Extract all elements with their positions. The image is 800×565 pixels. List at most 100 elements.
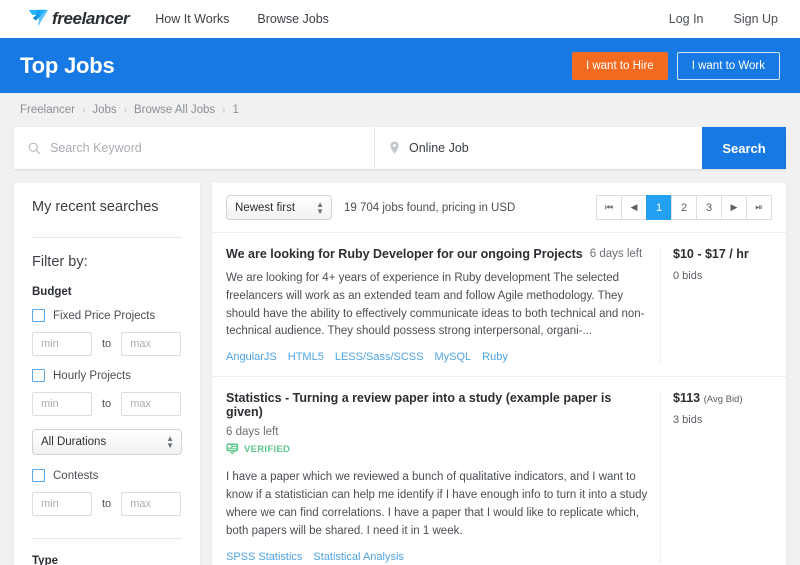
- durations-select[interactable]: All Durations: [32, 429, 182, 455]
- fixed-price-projects-label: Fixed Price Projects: [53, 310, 155, 322]
- contests-checkbox-row[interactable]: Contests: [32, 469, 182, 482]
- breadcrumb-item-jobs[interactable]: Jobs: [92, 104, 116, 116]
- nav-link-how-it-works[interactable]: How It Works: [155, 12, 229, 26]
- fixed-price-range-to-label: to: [102, 338, 111, 350]
- job-tag[interactable]: HTML5: [288, 351, 324, 363]
- brand-name: freelancer: [52, 9, 129, 29]
- type-group-heading: Type: [32, 555, 182, 565]
- search-icon: [28, 142, 41, 155]
- job-price-unit: (Avg Bid): [704, 394, 743, 405]
- page-hero-banner: Top Jobs I want to Hire I want to Work: [0, 38, 800, 93]
- job-main-content: Statistics - Turning a review paper into…: [226, 391, 660, 562]
- job-tag-list: SPSS Statistics Statistical Analysis: [226, 551, 648, 563]
- job-tag[interactable]: MySQL: [434, 351, 471, 363]
- job-title-line: Statistics - Turning a review paper into…: [226, 391, 648, 438]
- search-button[interactable]: Search: [702, 127, 786, 169]
- breadcrumb-item-browse-all-jobs[interactable]: Browse All Jobs: [134, 104, 215, 116]
- budget-group-heading: Budget: [32, 286, 182, 298]
- hourly-range-to-label: to: [102, 398, 111, 410]
- search-input[interactable]: [50, 141, 360, 155]
- job-title-line: We are looking for Ruby Developer for ou…: [226, 247, 648, 261]
- nav-link-browse-jobs[interactable]: Browse Jobs: [257, 12, 329, 26]
- job-main-content: We are looking for Ruby Developer for ou…: [226, 247, 660, 363]
- job-tag-list: AngularJS HTML5 LESS/Sass/SCSS MySQL Rub…: [226, 351, 648, 363]
- i-want-to-work-button[interactable]: I want to Work: [677, 52, 780, 80]
- breadcrumb-item-freelancer[interactable]: Freelancer: [20, 104, 75, 116]
- search-keyword-field[interactable]: [14, 127, 374, 169]
- fixed-price-max-input[interactable]: [121, 332, 181, 356]
- filter-by-heading: Filter by:: [32, 254, 182, 270]
- job-title[interactable]: We are looking for Ruby Developer for ou…: [226, 247, 583, 261]
- job-bids-count: 3 bids: [673, 414, 772, 426]
- fixed-price-projects-checkbox-row[interactable]: Fixed Price Projects: [32, 309, 182, 322]
- verified-label: VERIFIED: [244, 444, 290, 455]
- first-page-icon: ⏮: [605, 202, 613, 213]
- location-pin-icon: [389, 141, 400, 155]
- filter-sidebar: My recent searches Filter by: Budget Fix…: [14, 183, 200, 565]
- job-price-amount: $10 - $17 / hr: [673, 247, 749, 261]
- i-want-to-hire-button[interactable]: I want to Hire: [572, 52, 668, 80]
- verified-badge: VERIFIED: [226, 443, 290, 455]
- job-title[interactable]: Statistics - Turning a review paper into…: [226, 391, 648, 419]
- job-listing-row[interactable]: We are looking for Ruby Developer for ou…: [212, 233, 786, 377]
- job-tag[interactable]: SPSS Statistics: [226, 551, 302, 563]
- job-tag[interactable]: Statistical Analysis: [313, 551, 403, 563]
- pagination-page-3[interactable]: 3: [696, 195, 722, 220]
- location-input[interactable]: [409, 141, 688, 155]
- durations-select-wrap: All Durations ▲▼: [32, 429, 182, 455]
- contests-checkbox[interactable]: [32, 469, 45, 482]
- breadcrumb-separator: ›: [124, 105, 127, 116]
- fixed-price-min-input[interactable]: [32, 332, 92, 356]
- hourly-min-input[interactable]: [32, 392, 92, 416]
- job-description: We are looking for 4+ years of experienc…: [226, 270, 648, 341]
- sidebar-divider-2: [32, 538, 182, 539]
- my-recent-searches-heading: My recent searches: [32, 199, 182, 215]
- signup-link[interactable]: Sign Up: [734, 12, 778, 26]
- hourly-projects-checkbox[interactable]: [32, 369, 45, 382]
- hero-action-buttons: I want to Hire I want to Work: [572, 52, 780, 80]
- job-listing-row[interactable]: Statistics - Turning a review paper into…: [212, 377, 786, 565]
- pagination-last-button[interactable]: ⏯: [746, 195, 772, 220]
- content-columns: My recent searches Filter by: Budget Fix…: [0, 169, 800, 565]
- job-description: I have a paper which we reviewed a bunch…: [226, 469, 648, 540]
- pagination-page-1[interactable]: 1: [646, 195, 672, 220]
- results-toolbar: Newest first ▲▼ 19 704 jobs found, prici…: [212, 183, 786, 233]
- search-location-field[interactable]: [374, 127, 702, 169]
- prev-page-icon: ◀: [631, 202, 638, 213]
- next-page-icon: ▶: [731, 202, 738, 213]
- job-results-panel: Newest first ▲▼ 19 704 jobs found, prici…: [212, 183, 786, 565]
- pagination-first-button[interactable]: ⏮: [596, 195, 622, 220]
- breadcrumb-item-current-page: 1: [232, 104, 238, 116]
- job-price-column: $10 - $17 / hr 0 bids: [660, 247, 772, 363]
- pagination: ⏮ ◀ 1 2 3 ▶ ⏯: [597, 195, 772, 220]
- page-title: Top Jobs: [20, 53, 115, 79]
- contests-max-input[interactable]: [121, 492, 181, 516]
- freelancer-logo[interactable]: freelancer: [28, 8, 129, 30]
- breadcrumb: Freelancer › Jobs › Browse All Jobs › 1: [0, 93, 800, 127]
- breadcrumb-separator: ›: [222, 105, 225, 116]
- login-link[interactable]: Log In: [669, 12, 704, 26]
- job-price-amount: $113: [673, 391, 700, 405]
- contests-min-input[interactable]: [32, 492, 92, 516]
- pagination-next-button[interactable]: ▶: [721, 195, 747, 220]
- hourly-projects-checkbox-row[interactable]: Hourly Projects: [32, 369, 182, 382]
- fixed-price-projects-checkbox[interactable]: [32, 309, 45, 322]
- pagination-prev-button[interactable]: ◀: [621, 195, 647, 220]
- nav-right-group: Log In Sign Up: [639, 12, 778, 26]
- jobs-found-text: 19 704 jobs found, pricing in USD: [344, 202, 515, 214]
- sort-select[interactable]: Newest first: [226, 195, 332, 220]
- contests-range-row: to: [32, 492, 182, 516]
- job-tag[interactable]: AngularJS: [226, 351, 277, 363]
- job-tag[interactable]: LESS/Sass/SCSS: [335, 351, 424, 363]
- last-page-icon: ⏯: [755, 202, 762, 213]
- contests-range-to-label: to: [102, 498, 111, 510]
- hourly-max-input[interactable]: [121, 392, 181, 416]
- hourly-range-row: to: [32, 392, 182, 416]
- sort-select-wrap: Newest first ▲▼: [226, 195, 332, 220]
- job-days-left: 6 days left: [226, 426, 278, 438]
- hourly-projects-label: Hourly Projects: [53, 370, 131, 382]
- search-bar: Search: [14, 127, 786, 169]
- top-navigation-bar: freelancer How It Works Browse Jobs Log …: [0, 0, 800, 38]
- job-tag[interactable]: Ruby: [482, 351, 508, 363]
- pagination-page-2[interactable]: 2: [671, 195, 697, 220]
